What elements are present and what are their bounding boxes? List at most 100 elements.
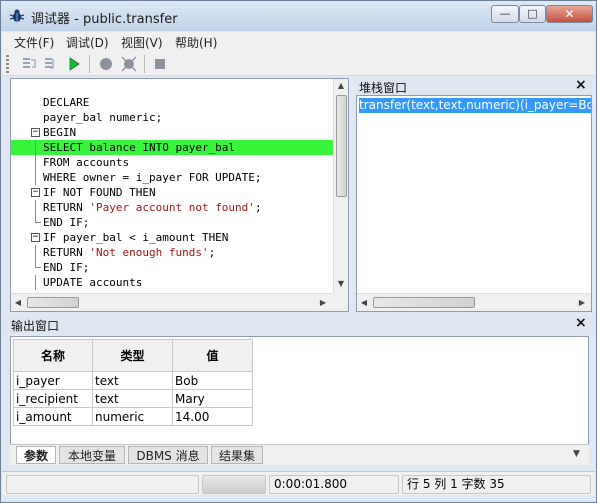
fold-guide — [35, 200, 36, 215]
output-tabs: 参数 本地变量 DBMS 消息 结果集 ▼ — [10, 444, 589, 465]
menu-view[interactable]: 视图(V) — [121, 34, 163, 51]
code-line-text: SELECT balance INTO payer_bal — [43, 141, 236, 154]
code-line-text: payer_bal numeric; — [43, 111, 163, 124]
close-button[interactable]: ✕ — [546, 5, 593, 23]
scroll-left-arrow[interactable]: ◀ — [357, 298, 371, 307]
code-line-text: DECLARE — [43, 96, 90, 109]
maximize-button[interactable]: □ — [519, 5, 546, 23]
code-line-text: END IF; — [43, 216, 90, 229]
menu-help[interactable]: 帮助(H) — [175, 34, 217, 51]
scroll-left-arrow[interactable]: ◀ — [11, 298, 25, 307]
code-line[interactable]: RETURN 'Payer account not found'; — [11, 200, 333, 215]
code-line[interactable]: END IF; — [11, 215, 333, 230]
code-horizontal-scrollbar[interactable]: ◀ ▶ — [11, 293, 333, 311]
scroll-thumb[interactable] — [373, 297, 475, 308]
code-line[interactable]: − IF payer_bal < i_amount THEN — [11, 230, 333, 245]
stop-icon[interactable] — [151, 55, 169, 73]
fold-guide — [35, 275, 36, 290]
breakpoint-icon[interactable] — [97, 55, 115, 73]
menu-file[interactable]: 文件(F) — [14, 34, 54, 51]
stack-window-pane[interactable]: transfer(text,text,numeric)(i_payer=Bob,… — [356, 95, 592, 312]
code-line-text: IF NOT FOUND THEN — [43, 186, 156, 199]
stack-horizontal-scrollbar[interactable]: ◀ ▶ — [357, 293, 591, 311]
tabs-dropdown-icon[interactable]: ▼ — [573, 449, 580, 459]
code-line-text: RETURN 'Payer account not found'; — [43, 201, 262, 214]
param-type-cell: text — [92, 371, 173, 390]
run-icon[interactable] — [65, 55, 83, 73]
table-row[interactable]: i_payer text Bob — [13, 371, 253, 390]
step-over-icon[interactable] — [42, 55, 60, 73]
stack-frame-item[interactable]: transfer(text,text,numeric)(i_payer=Bob, — [359, 98, 591, 113]
tab-dbms-messages[interactable]: DBMS 消息 — [128, 446, 208, 464]
parameters-table: 名称 类型 值 i_payer text Bob i_recipient tex… — [13, 339, 253, 426]
param-value-cell[interactable]: Bob — [172, 371, 253, 390]
table-row[interactable]: i_amount numeric 14.00 — [13, 407, 253, 426]
output-window-title: 输出窗口 — [11, 319, 60, 333]
scroll-up-arrow[interactable]: ▲ — [334, 81, 348, 90]
menu-bar: 文件(F) 调试(D) 视图(V) 帮助(H) — [2, 32, 595, 52]
code-vertical-scrollbar[interactable]: ▲ ▼ — [333, 79, 348, 293]
code-line[interactable]: DECLARE — [11, 95, 333, 110]
stack-window-title: 堆栈窗口 — [359, 81, 408, 95]
code-line[interactable]: RETURN 'Not enough funds'; — [11, 245, 333, 260]
fold-guide-end — [35, 267, 41, 268]
source-code-pane[interactable]: DECLARE payer_bal numeric; − BEGIN SELECT ba… — [10, 78, 349, 312]
fold-guide-end — [35, 222, 41, 223]
code-line[interactable]: END IF; — [11, 260, 333, 275]
code-line[interactable]: WHERE owner = i_payer FOR UPDATE; — [11, 170, 333, 185]
code-line-text: BEGIN — [43, 126, 77, 139]
tab-parameters[interactable]: 参数 — [16, 446, 56, 464]
code-line-text: UPDATE accounts — [43, 276, 143, 289]
scroll-down-arrow[interactable]: ▼ — [334, 279, 348, 288]
window-title: 调试器 - public.transfer — [31, 12, 178, 27]
stack-window-header: 堆栈窗口 × — [356, 77, 592, 95]
param-name-cell: i_amount — [13, 407, 93, 426]
string-literal: 'Not enough funds' — [89, 246, 209, 259]
tab-result-set[interactable]: 结果集 — [211, 446, 263, 464]
clear-breakpoints-icon[interactable] — [120, 55, 138, 73]
app-bug-icon — [9, 9, 25, 22]
collapse-block-icon[interactable]: − — [31, 128, 40, 137]
param-name-cell: i_recipient — [13, 389, 93, 408]
param-value-cell[interactable]: Mary — [172, 389, 253, 408]
code-line[interactable]: FROM accounts — [11, 155, 333, 170]
column-header-name[interactable]: 名称 — [13, 339, 93, 372]
menu-debug[interactable]: 调试(D) — [66, 34, 109, 51]
cursor-position: 行 5 列 1 字数 35 — [402, 475, 591, 494]
current-line-highlight[interactable]: SELECT balance INTO payer_bal — [11, 140, 333, 155]
scrollbar-corner — [333, 293, 348, 311]
scroll-thumb[interactable] — [336, 95, 347, 197]
toolbar-grip[interactable] — [6, 55, 9, 73]
code-line-text: FROM accounts — [43, 156, 130, 169]
elapsed-time: 0:00:01.800 — [269, 475, 399, 494]
table-row[interactable]: i_recipient text Mary — [13, 389, 253, 408]
tab-local-variables[interactable]: 本地变量 — [59, 446, 125, 464]
status-message — [6, 475, 199, 494]
stack-close-icon[interactable]: × — [575, 77, 587, 93]
toolbar-separator — [144, 55, 145, 73]
progress-bar — [202, 475, 266, 494]
param-value-cell[interactable]: 14.00 — [172, 407, 253, 426]
scroll-thumb[interactable] — [27, 297, 79, 308]
code-line[interactable]: payer_bal numeric; — [11, 110, 333, 125]
scroll-right-arrow[interactable]: ▶ — [575, 298, 589, 307]
column-header-value[interactable]: 值 — [172, 339, 253, 372]
collapse-block-icon[interactable]: − — [31, 233, 40, 242]
fold-guide — [35, 140, 36, 155]
output-window-header: 输出窗口 × — [2, 315, 595, 334]
code-line[interactable]: − BEGIN — [11, 125, 333, 140]
code-line-text: END IF; — [43, 261, 90, 274]
status-bar: 0:00:01.800 行 5 列 1 字数 35 — [2, 471, 595, 495]
scroll-right-arrow[interactable]: ▶ — [316, 298, 330, 307]
column-header-type[interactable]: 类型 — [92, 339, 173, 372]
debugger-window: 调试器 - public.transfer — □ ✕ 文件(F) 调试(D) … — [0, 0, 597, 503]
minimize-button[interactable]: — — [491, 5, 519, 23]
string-literal: 'Payer account not found' — [89, 201, 255, 214]
param-name-cell: i_payer — [13, 371, 93, 390]
output-close-icon[interactable]: × — [575, 315, 587, 331]
toolbar-separator — [89, 55, 90, 73]
code-line[interactable]: − IF NOT FOUND THEN — [11, 185, 333, 200]
collapse-block-icon[interactable]: − — [31, 188, 40, 197]
code-line[interactable]: UPDATE accounts — [11, 275, 333, 290]
step-into-icon[interactable] — [20, 55, 38, 73]
